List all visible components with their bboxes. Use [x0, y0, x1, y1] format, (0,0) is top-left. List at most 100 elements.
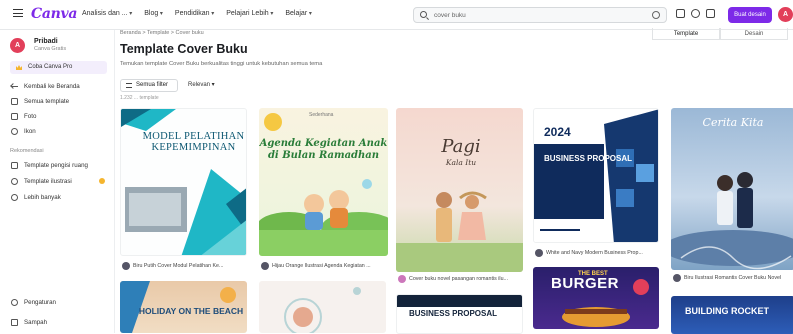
template-thumbnail[interactable]: BUSINESS PROPOSAL — [396, 294, 523, 334]
sidebar-item-label: Lebih banyak — [24, 194, 61, 201]
user-avatar: A — [10, 38, 25, 53]
filter-icon — [126, 83, 132, 88]
template-thumbnail[interactable] — [259, 281, 386, 333]
nav-item-learn[interactable]: Belajar — [285, 10, 311, 17]
sidebar-item-label: Pengaturan — [24, 299, 56, 306]
search-input[interactable] — [434, 10, 634, 20]
template-thumbnail[interactable]: HOLIDAY ON THE BEACH — [120, 281, 247, 333]
sidebar-item-label: Template ilustrasi — [24, 178, 72, 185]
cover-top-label: Sederhana — [309, 112, 334, 118]
user-name: Pribadi — [34, 38, 58, 45]
template-icon — [11, 162, 18, 169]
sidebar-item-label: Sampah — [24, 319, 48, 326]
monitor-icon[interactable] — [676, 9, 685, 18]
sidebar-item-icons[interactable]: Ikon — [10, 126, 110, 137]
search-box[interactable] — [413, 7, 667, 23]
result-count: 1.232 ... template — [120, 95, 159, 101]
create-design-button[interactable]: Buat desain — [728, 7, 772, 23]
template-thumbnail[interactable]: Cerita Kita — [671, 108, 793, 270]
template-thumbnail[interactable]: Pagi Kala Itu — [396, 108, 523, 272]
template-thumbnail[interactable]: 2024 BUSINESS PROPOSAL — [533, 108, 659, 243]
sidebar-item-trash[interactable]: Sampah — [10, 317, 110, 328]
top-icons — [676, 9, 715, 18]
cover-subtitle: Kala Itu — [445, 158, 477, 167]
template-card[interactable]: Cerita Kita Biru Ilustrasi Romantis Cove… — [671, 108, 793, 308]
canva-logo[interactable]: Canva — [31, 6, 77, 22]
cover-art — [671, 172, 793, 270]
template-thumbnail[interactable]: Sederhana Agenda Kegiatan Anak di Bulan … — [259, 108, 388, 256]
photo-icon — [11, 113, 18, 120]
tab-designs[interactable]: Desain — [720, 28, 788, 40]
notification-bell-icon[interactable] — [706, 9, 715, 18]
account-avatar[interactable]: A — [778, 7, 793, 22]
template-card[interactable]: HOLIDAY ON THE BEACH — [120, 281, 248, 333]
template-thumbnail[interactable]: MODEL PELATIHAN KEPEMIMPINAN — [120, 108, 247, 256]
try-pro-button[interactable]: Coba Canva Pro — [10, 61, 107, 74]
cover-title: BURGER — [551, 275, 620, 292]
template-card[interactable]: MODEL PELATIHAN KEPEMIMPINAN Biru Putih … — [120, 108, 250, 298]
cover-title: HOLIDAY ON THE BEACH — [138, 306, 244, 316]
creator-avatar — [261, 262, 269, 270]
cover-art — [284, 287, 361, 333]
sidebar: A Pribadi Canva Gratis Coba Canva Pro Ke… — [0, 30, 115, 333]
cover-title: BUSINESS PROPOSAL — [544, 154, 633, 163]
nav-item-education[interactable]: Pendidikan — [175, 10, 214, 17]
cover-art — [259, 113, 388, 256]
sidebar-item-label: Template pengisi ruang — [24, 162, 88, 169]
settings-icon — [11, 299, 18, 306]
crown-icon — [16, 65, 22, 70]
icons-icon — [11, 128, 18, 135]
page-title: Template Cover Buku — [120, 42, 248, 56]
creator-avatar — [673, 274, 681, 282]
all-filters-button[interactable]: Semua filter — [120, 79, 178, 92]
tab-templates[interactable]: Template — [652, 28, 720, 40]
sidebar-item-all-templates[interactable]: Semua template — [10, 96, 110, 107]
pro-badge-icon — [99, 178, 105, 184]
main-content: Beranda > Template > Cover buku Template… — [115, 28, 793, 334]
cover-title: BUILDING ROCKET — [685, 306, 769, 316]
template-card[interactable]: BUILDING ROCKET — [671, 296, 793, 334]
sidebar-item-more[interactable]: Lebih banyak — [10, 192, 110, 203]
sidebar-item-illustration-templates[interactable]: Template ilustrasi — [10, 176, 110, 187]
top-nav: Analisis dan ... Blog Pendidikan Pelajar… — [82, 10, 324, 17]
back-arrow-icon — [11, 83, 18, 90]
nav-item-blog[interactable]: Blog — [144, 10, 163, 17]
sidebar-item-settings[interactable]: Pengaturan — [10, 297, 110, 308]
nav-item-learn-more[interactable]: Pelajari Lebih — [226, 10, 273, 17]
top-bar: Canva Analisis dan ... Blog Pendidikan P… — [0, 0, 793, 30]
filter-settings-icon[interactable] — [652, 11, 660, 19]
sidebar-item-photos[interactable]: Foto — [10, 111, 110, 122]
grid-icon — [11, 98, 18, 105]
cover-title: MODEL PELATIHAN KEPEMIMPINAN — [142, 131, 245, 153]
template-card[interactable]: THE BEST BURGER — [533, 267, 661, 333]
sidebar-item-label: Semua template — [24, 98, 70, 105]
template-card[interactable]: Sederhana Agenda Kegiatan Anak di Bulan … — [259, 108, 389, 298]
search-icon — [420, 11, 427, 18]
settings-icon[interactable] — [691, 9, 700, 18]
creator-avatar — [122, 262, 130, 270]
cover-art — [396, 191, 523, 272]
template-thumbnail[interactable]: BUILDING ROCKET — [671, 296, 793, 334]
template-caption: White and Navy Modern Business Prop... — [546, 250, 643, 256]
template-card[interactable]: Pagi Kala Itu Cover buku novel pasangan … — [396, 108, 526, 308]
trash-icon — [11, 319, 18, 326]
cover-title: Cerita Kita — [702, 116, 764, 129]
menu-icon[interactable] — [13, 9, 23, 17]
creator-avatar — [535, 249, 543, 257]
sidebar-item-home[interactable]: Kembali ke Beranda — [10, 81, 110, 92]
creator-avatar — [398, 275, 406, 283]
breadcrumb[interactable]: Beranda > Template > Cover buku — [120, 30, 204, 36]
page-description: Temukan template Cover Buku berkualitas … — [120, 61, 323, 67]
sidebar-item-fill-templates[interactable]: Template pengisi ruang — [10, 160, 110, 171]
sort-dropdown[interactable]: Relevan — [184, 79, 226, 92]
template-caption: Biru Putih Cover Modul Pelatihan Ke... — [133, 263, 224, 269]
user-profile[interactable]: A Pribadi Canva Gratis — [10, 38, 66, 53]
template-card[interactable] — [259, 281, 387, 333]
try-pro-label: Coba Canva Pro — [28, 64, 73, 70]
template-thumbnail[interactable]: THE BEST BURGER — [533, 267, 659, 329]
nav-item-analysis[interactable]: Analisis dan ... — [82, 10, 132, 17]
template-caption: Hijau Orange Ilustrasi Agenda Kegiatan .… — [272, 263, 371, 269]
template-caption: Biru Ilustrasi Romantis Cover Buku Novel — [684, 275, 782, 281]
template-card[interactable]: BUSINESS PROPOSAL — [396, 294, 524, 334]
sidebar-item-label: Kembali ke Beranda — [24, 83, 80, 90]
